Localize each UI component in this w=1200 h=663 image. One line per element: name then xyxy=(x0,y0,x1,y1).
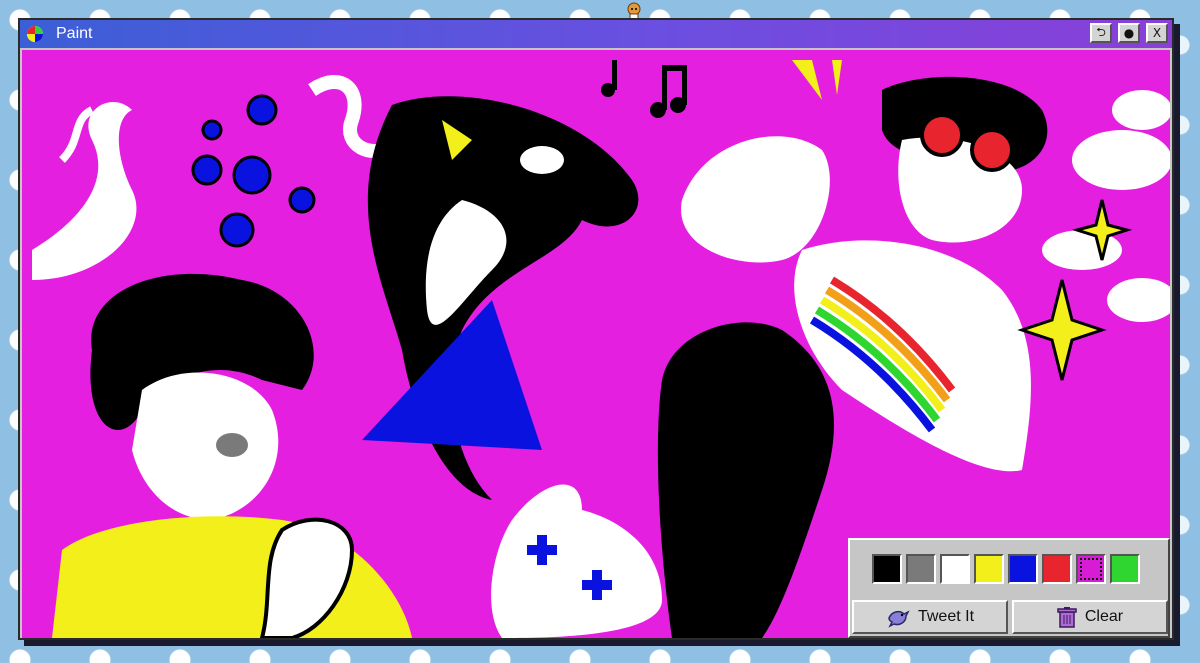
color-swatch[interactable] xyxy=(1110,554,1140,584)
music-notes xyxy=(601,60,687,118)
title-bar[interactable]: Paint ⮌ ● X xyxy=(20,20,1172,48)
color-swatch[interactable] xyxy=(906,554,936,584)
paint-window: Paint ⮌ ● X Tweet It Clear xyxy=(18,18,1174,640)
color-swatch[interactable] xyxy=(872,554,902,584)
right-guy-arm xyxy=(681,136,830,263)
bird-icon xyxy=(888,610,910,628)
color-swatch[interactable] xyxy=(1042,554,1072,584)
right-guy-leg xyxy=(657,322,834,638)
yellow-strokes xyxy=(792,60,842,100)
rotate-button[interactable]: ⮌ xyxy=(1090,23,1112,43)
orca-eyepatch xyxy=(520,146,564,174)
clear-button[interactable]: Clear xyxy=(1012,600,1168,634)
paint-palette-icon xyxy=(27,26,43,42)
smoke-swirl xyxy=(32,101,137,280)
tweet-it-button[interactable]: Tweet It xyxy=(852,600,1008,634)
record-icon: ● xyxy=(1123,26,1135,40)
goggle-right xyxy=(970,128,1014,172)
ghost-blob xyxy=(491,484,662,638)
window-title: Paint xyxy=(56,25,93,42)
left-boy-cheek xyxy=(216,433,248,457)
left-boy-shirt xyxy=(52,516,412,638)
color-swatch[interactable] xyxy=(1008,554,1038,584)
left-boy-face xyxy=(132,372,279,520)
color-toolbox: Tweet It Clear xyxy=(848,538,1170,638)
record-button[interactable]: ● xyxy=(1118,23,1140,43)
close-icon: X xyxy=(1152,26,1162,40)
color-palette xyxy=(872,554,1140,584)
tweet-it-label: Tweet It xyxy=(917,608,975,625)
close-button[interactable]: X xyxy=(1146,23,1168,43)
rotate-icon: ⮌ xyxy=(1096,24,1106,39)
blue-flowers xyxy=(191,94,316,248)
window-controls: ⮌ ● X xyxy=(1090,23,1168,43)
color-swatch[interactable] xyxy=(940,554,970,584)
smoke-swirl-small xyxy=(59,106,95,163)
goggle-left xyxy=(920,113,964,157)
yellow-sparkle xyxy=(1017,279,1107,381)
clear-label: Clear xyxy=(1084,608,1124,625)
color-swatch[interactable] xyxy=(974,554,1004,584)
color-swatch[interactable] xyxy=(1076,554,1106,584)
trash-can-icon xyxy=(1057,607,1077,628)
